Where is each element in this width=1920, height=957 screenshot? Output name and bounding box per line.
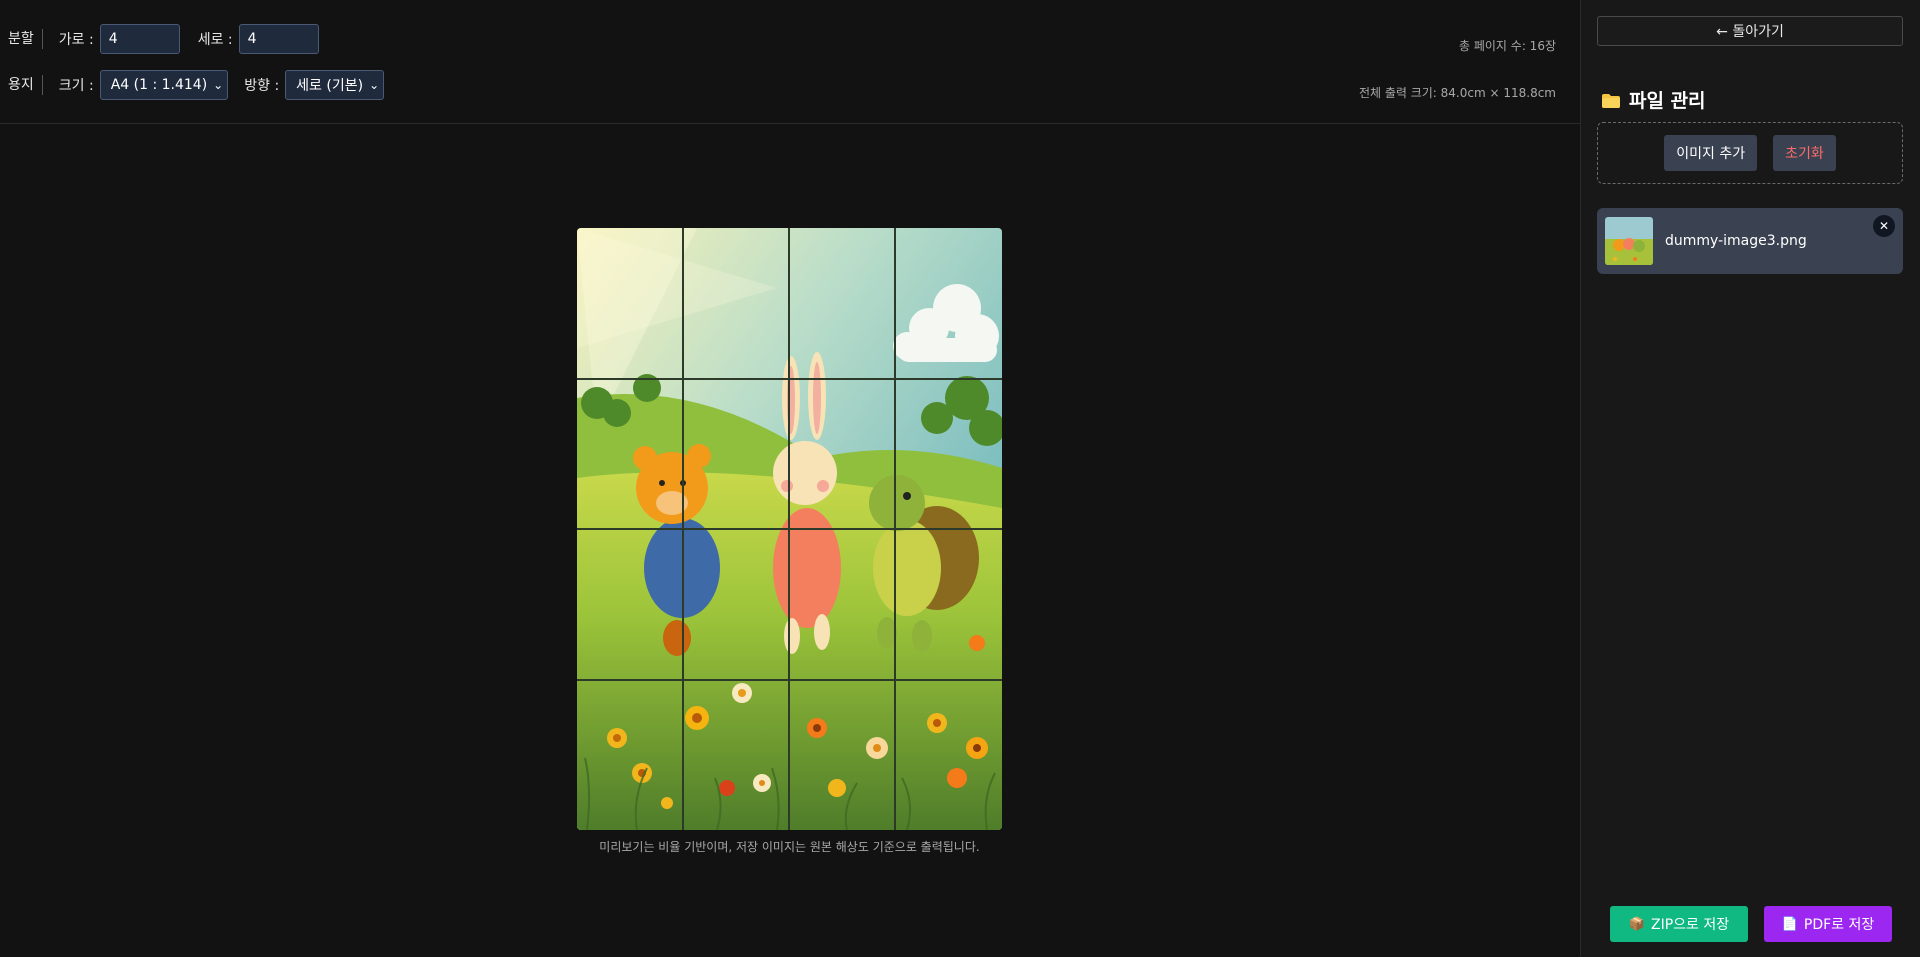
paper-size-value: A4 (1 : 1.414) — [110, 77, 208, 93]
orientation-value: 세로 (기본) — [296, 78, 364, 94]
vertical-label: 세로 : — [197, 32, 233, 48]
orientation-select[interactable]: 세로 (기본) ⌄ — [285, 70, 385, 100]
paper-section-label: 용지 — [8, 75, 43, 95]
file-thumbnail — [1605, 217, 1653, 265]
paper-size-select[interactable]: A4 (1 : 1.414) ⌄ — [99, 70, 229, 100]
file-dropzone[interactable]: 이미지 추가 초기화 — [1597, 122, 1903, 184]
file-name: dummy-image3.png — [1665, 233, 1807, 249]
save-zip-button[interactable]: 📦 ZIP으로 저장 — [1610, 906, 1748, 942]
grid-line — [577, 679, 1002, 681]
chevron-down-icon: ⌄ — [213, 78, 224, 92]
total-size-text: 전체 출력 크기: 84.0cm × 118.8cm — [1358, 86, 1556, 100]
horizontal-label: 가로 : — [58, 32, 94, 48]
split-row: 분할 가로 : 4 세로 : 4 — [8, 24, 337, 54]
document-icon: 📄 — [1781, 916, 1798, 932]
package-icon: 📦 — [1628, 916, 1646, 932]
add-image-button[interactable]: 이미지 추가 — [1664, 135, 1758, 171]
save-pdf-label: PDF로 저장 — [1803, 917, 1875, 933]
split-section-label: 분할 — [8, 29, 43, 49]
folder-icon — [1601, 92, 1621, 108]
chevron-down-icon: ⌄ — [369, 78, 380, 92]
file-management-title: 파일 관리 — [1601, 86, 1706, 113]
orientation-label: 방향 : — [244, 78, 280, 94]
total-pages-text: 총 페이지 수: 16장 — [1459, 39, 1556, 53]
paper-row: 용지 크기 : A4 (1 : 1.414) ⌄ 방향 : 세로 (기본) ⌄ — [8, 70, 400, 100]
section-title-text: 파일 관리 — [1629, 90, 1706, 112]
file-list-item[interactable]: dummy-image3.png ✕ — [1597, 208, 1903, 274]
vertical-count-input[interactable]: 4 — [238, 24, 319, 54]
grid-line — [577, 528, 1002, 530]
sidebar: ← 돌아가기 파일 관리 이미지 추가 초기화 dummy-image3.png… — [1580, 0, 1920, 957]
back-button[interactable]: ← 돌아가기 — [1597, 16, 1903, 46]
save-zip-label: ZIP으로 저장 — [1651, 917, 1730, 933]
size-label: 크기 : — [58, 78, 94, 94]
save-pdf-button[interactable]: 📄 PDF로 저장 — [1764, 906, 1892, 942]
close-icon[interactable]: ✕ — [1873, 215, 1895, 237]
preview-image — [577, 228, 1002, 830]
reset-button[interactable]: 초기화 — [1773, 135, 1836, 171]
main-area: 분할 가로 : 4 세로 : 4 용지 크기 : A4 (1 : 1.414) … — [0, 0, 1580, 957]
horizontal-count-input[interactable]: 4 — [99, 24, 180, 54]
grid-line — [577, 378, 1002, 380]
toolbar: 분할 가로 : 4 세로 : 4 용지 크기 : A4 (1 : 1.414) … — [0, 0, 1580, 124]
preview-caption: 미리보기는 비율 기반이며, 저장 이미지는 원본 해상도 기준으로 출력됩니다… — [599, 840, 980, 854]
